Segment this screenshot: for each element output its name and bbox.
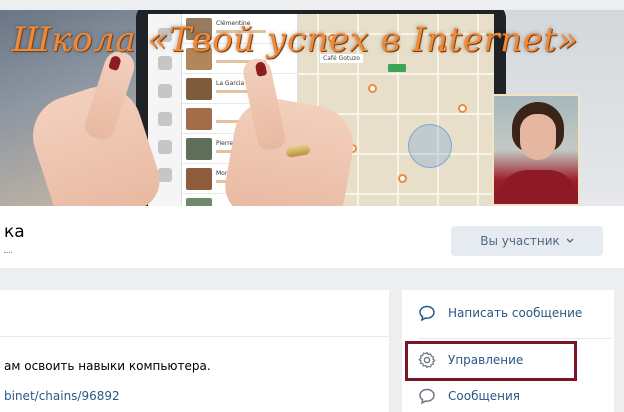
location-radius (408, 124, 452, 168)
group-name: ка (4, 222, 25, 242)
member-button-label: Вы участник (480, 234, 560, 248)
map-pin-icon (368, 84, 377, 93)
member-button[interactable]: Вы участник (451, 226, 603, 256)
messages-label: Сообщения (448, 389, 521, 403)
group-status-divider (4, 252, 12, 256)
post-text: ам освоить навыки компьютера. (4, 359, 211, 373)
highlight-frame (405, 341, 577, 381)
list-item-name: La Garcia (216, 80, 245, 87)
divider (418, 338, 612, 339)
avatar[interactable] (492, 94, 580, 206)
map-pin-icon (458, 104, 467, 113)
post-link[interactable]: binet/chains/96892 (4, 389, 120, 403)
cover-title: Школа «Твой успех в Internet» (12, 20, 579, 60)
chevron-down-icon (566, 236, 574, 246)
group-cover: Clémentine La Garcia Pierre Mori Venice … (0, 10, 624, 206)
message-icon (418, 387, 436, 405)
map-go-button (388, 64, 406, 72)
write-message-button[interactable]: Написать сообщение (418, 304, 582, 322)
write-message-label: Написать сообщение (448, 306, 583, 320)
message-icon (418, 304, 436, 322)
map-pin-icon (398, 174, 407, 183)
messages-button[interactable]: Сообщения (418, 387, 520, 405)
divider (0, 336, 389, 337)
list-item-name: Pierre (216, 140, 234, 147)
